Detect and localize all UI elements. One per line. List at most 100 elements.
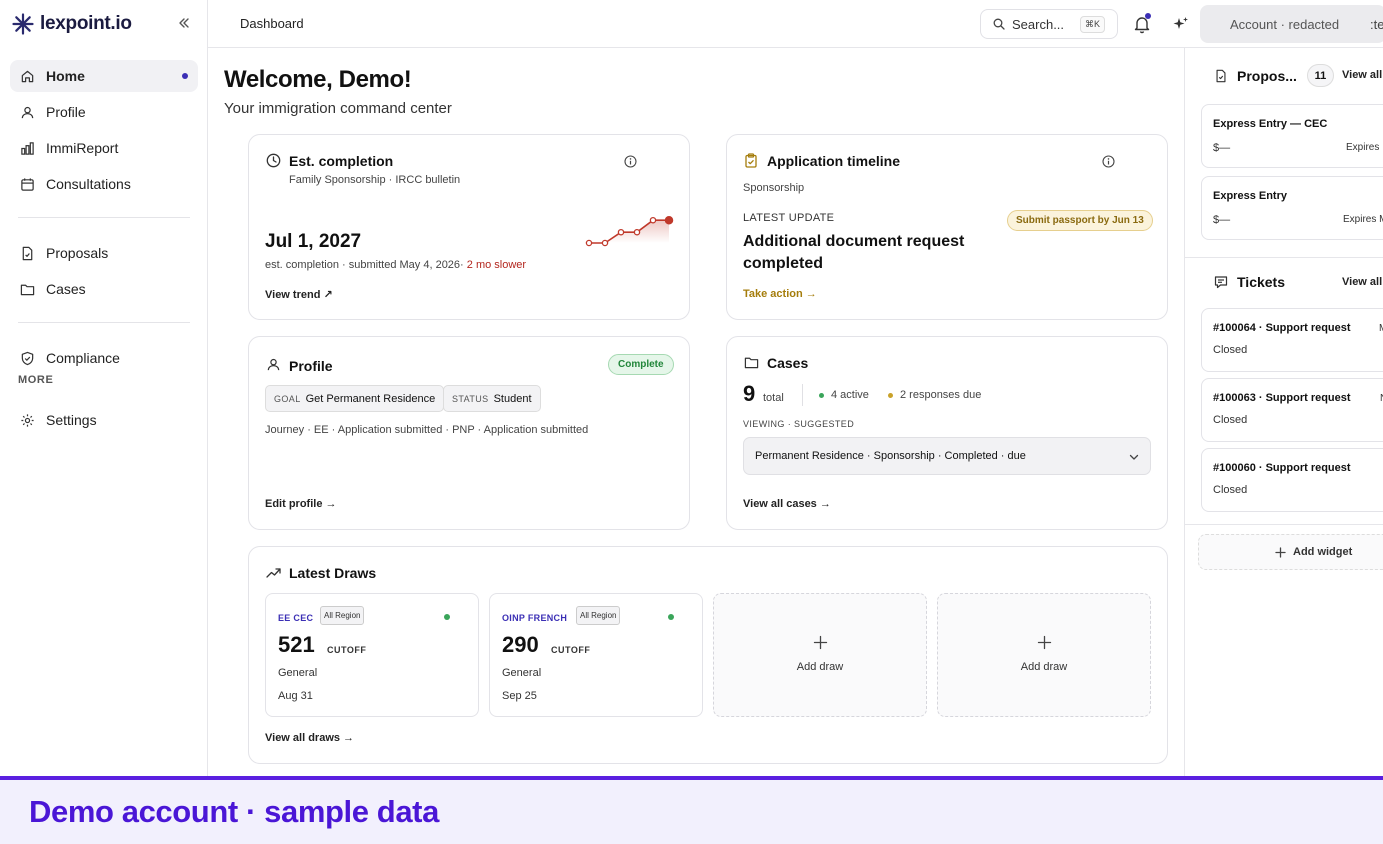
- add-widget-button[interactable]: Add widget: [1198, 534, 1383, 570]
- proposals-view-all-link[interactable]: View all: [1342, 69, 1382, 81]
- profile-card: Profile Complete GOAL Get Permanent Resi…: [248, 336, 690, 530]
- sidebar-item-label: Home: [46, 68, 85, 84]
- sidebar-item-settings[interactable]: Settings: [10, 404, 198, 436]
- info-icon[interactable]: [1102, 155, 1115, 168]
- ticket-title: #100064 · Support request: [1213, 322, 1351, 334]
- asterisk-logo-icon: [12, 13, 34, 35]
- sidebar-item-profile[interactable]: Profile: [10, 96, 198, 128]
- add-widget-label: Add widget: [1293, 546, 1353, 558]
- completion-date: Jul 1, 2027: [265, 231, 362, 252]
- sparkline-point: [649, 216, 657, 224]
- sidebar-item-cases[interactable]: Cases: [10, 273, 198, 305]
- nav-divider: [18, 217, 190, 218]
- sidebar: lexpoint.io Home Profile ImmiReport Cons…: [0, 0, 208, 776]
- proposal-amount: $—: [1213, 214, 1231, 226]
- draw-status-dot: [444, 614, 450, 620]
- tickets-widget-title: Tickets: [1237, 274, 1285, 290]
- account-switcher[interactable]: Account · redacted :te: [1200, 5, 1383, 43]
- completion-note-text: est. completion · submitted May 4, 2026·: [265, 259, 464, 271]
- collapse-sidebar-icon[interactable]: [176, 15, 192, 31]
- draw-score: 290: [502, 632, 539, 657]
- sidebar-item-label: ImmiReport: [46, 140, 119, 156]
- add-draw-button[interactable]: Add draw: [713, 593, 927, 717]
- more-section-label: MORE: [18, 374, 54, 386]
- viewing-label: VIEWING · SUGGESTED: [743, 419, 855, 429]
- edit-profile-link[interactable]: Edit profile →: [265, 498, 337, 510]
- case-select[interactable]: Permanent Residence · Sponsorship · Comp…: [743, 437, 1151, 475]
- sparkle-ai-icon[interactable]: [1172, 16, 1189, 33]
- gear-icon: [21, 413, 34, 427]
- draw-type: General: [278, 667, 318, 679]
- latest-update-line: completed: [743, 255, 824, 272]
- ticket-item[interactable]: #100064 · Support request Closed M: [1201, 308, 1383, 372]
- home-icon: [21, 70, 34, 82]
- message-icon: [1214, 276, 1228, 289]
- sparkline-point: [633, 228, 641, 236]
- sidebar-item-home[interactable]: Home: [10, 60, 198, 92]
- tickets-view-all-link[interactable]: View all: [1342, 276, 1382, 288]
- add-draw-button[interactable]: Add draw: [937, 593, 1151, 717]
- demo-banner-text: Demo account · sample data: [29, 794, 439, 829]
- sparkline-point: [585, 239, 593, 247]
- trending-up-icon: [266, 568, 281, 578]
- latest-draws-card: Latest Draws EE CEC All Region 521 CUTOF…: [248, 546, 1168, 764]
- view-trend-link[interactable]: View trend ↗: [265, 288, 333, 301]
- profile-journey: Journey · EE · Application submitted · P…: [265, 424, 589, 436]
- search-button[interactable]: Search... ⌘K: [980, 9, 1118, 39]
- take-action-link[interactable]: Take action →: [743, 288, 817, 300]
- clipboard-icon: [745, 153, 757, 168]
- draw-card[interactable]: EE CEC All Region 521 CUTOFF General Aug…: [265, 593, 479, 717]
- plus-icon: [813, 635, 828, 650]
- brand-logo[interactable]: lexpoint.io: [12, 12, 132, 36]
- proposals-count-badge: 11: [1307, 64, 1334, 87]
- draw-card[interactable]: OINP FRENCH All Region 290 CUTOFF Genera…: [489, 593, 703, 717]
- account-label: Account · redacted: [1230, 16, 1340, 32]
- completion-note: est. completion · submitted May 4, 2026·…: [265, 259, 526, 271]
- chevron-down-icon: [1129, 454, 1139, 460]
- document-icon: [22, 246, 33, 260]
- plus-icon: [1037, 635, 1052, 650]
- proposal-item[interactable]: Express Entry — CEC $— Expires: [1201, 104, 1383, 168]
- card-title: Profile: [289, 358, 333, 374]
- ticket-title: #100063 · Support request: [1213, 392, 1351, 404]
- top-bar: Dashboard Search... ⌘K Account · redacte…: [208, 0, 1383, 48]
- completion-card: Est. completion Family Sponsorship · IRC…: [248, 134, 690, 320]
- draw-cutoff-label: CUTOFF: [551, 645, 591, 655]
- sidebar-item-label: Settings: [46, 412, 97, 428]
- document-icon: [1216, 69, 1226, 83]
- bar-chart-icon: [21, 141, 34, 155]
- view-all-draws-link[interactable]: View all draws →: [265, 732, 354, 744]
- view-all-cases-link[interactable]: View all cases →: [743, 498, 831, 510]
- sidebar-item-consultations[interactable]: Consultations: [10, 168, 198, 200]
- user-icon: [267, 358, 280, 371]
- breadcrumb: Dashboard: [240, 16, 304, 31]
- user-icon: [21, 106, 34, 118]
- ticket-status: Closed: [1213, 484, 1248, 496]
- add-draw-label: Add draw: [1020, 661, 1068, 673]
- draw-type: General: [502, 667, 542, 679]
- ticket-item[interactable]: #100060 · Support request Closed: [1201, 448, 1383, 512]
- sidebar-item-compliance[interactable]: Compliance: [10, 342, 198, 374]
- sidebar-item-proposals[interactable]: Proposals: [10, 237, 198, 269]
- sidebar-item-immireport[interactable]: ImmiReport: [10, 132, 198, 164]
- brand-name: lexpoint.io: [40, 13, 132, 34]
- search-placeholder: Search...: [1012, 16, 1065, 32]
- proposal-item[interactable]: Express Entry $— Expires M: [1201, 176, 1383, 240]
- draw-date: Sep 25: [502, 690, 537, 702]
- ticket-title: #100060 · Support request: [1213, 462, 1351, 474]
- ticket-item[interactable]: #100063 · Support request Closed N: [1201, 378, 1383, 442]
- chip-value: Get Permanent Residence: [305, 392, 436, 405]
- folder-icon: [744, 357, 759, 369]
- right-panel: Propos... 11 View all Express Entry — CE…: [1184, 48, 1383, 776]
- card-title: Cases: [767, 355, 809, 371]
- due-status-dot: [888, 393, 893, 398]
- action-due-badge: Submit passport by Jun 13: [1007, 210, 1153, 231]
- stat-divider: [802, 384, 803, 406]
- cases-due: 2 responses due: [900, 389, 982, 401]
- shield-icon: [21, 351, 34, 365]
- cases-active: 4 active: [831, 389, 869, 401]
- info-icon[interactable]: [624, 155, 637, 168]
- active-dot: [182, 73, 188, 79]
- chip-key: GOAL: [274, 393, 301, 404]
- card-title: Application timeline: [767, 153, 901, 169]
